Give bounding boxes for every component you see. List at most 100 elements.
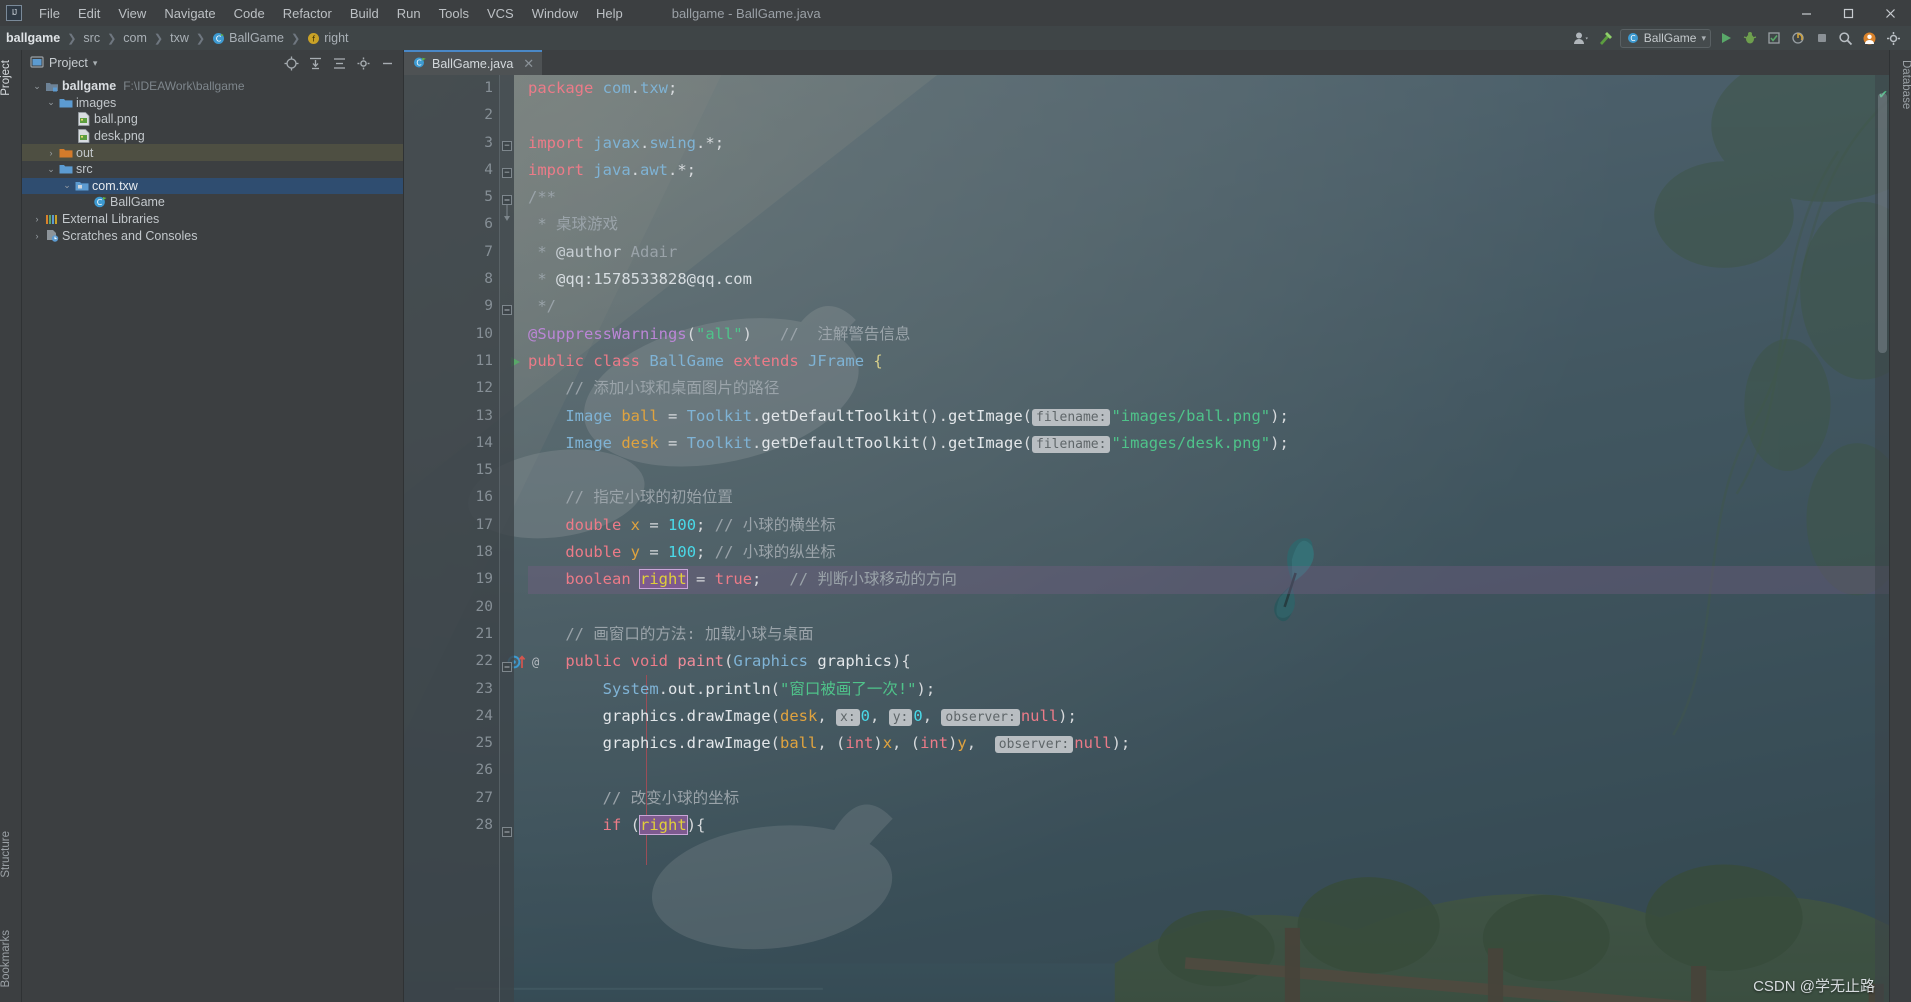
- chevron-down-icon[interactable]: ⌄: [44, 97, 58, 108]
- code-line-8[interactable]: * @qq:1578533828@qq.com: [528, 266, 1889, 293]
- fold-marker[interactable]: −: [502, 168, 512, 178]
- settings-gear-icon[interactable]: [1884, 29, 1903, 48]
- close-button[interactable]: [1869, 0, 1911, 26]
- project-tree[interactable]: ⌄ ballgame F:\IDEAWork\ballgame ⌄ images: [22, 76, 403, 1002]
- code-lines[interactable]: package com.txw; import javax.swing.*; i…: [514, 75, 1889, 1002]
- chevron-right-icon[interactable]: ›: [30, 214, 44, 224]
- code-line-6[interactable]: * 桌球游戏: [528, 211, 1889, 238]
- tree-row-ball-png[interactable]: ball.png: [22, 111, 403, 128]
- user-avatar-icon[interactable]: [1572, 29, 1591, 48]
- tree-row-ballgame-class[interactable]: C BallGame: [22, 194, 403, 211]
- menu-help[interactable]: Help: [587, 3, 632, 24]
- search-icon[interactable]: [1836, 29, 1855, 48]
- tree-row-com-txw[interactable]: ⌄ com.txw: [22, 177, 403, 195]
- chevron-right-icon[interactable]: ›: [30, 231, 44, 241]
- menu-vcs[interactable]: VCS: [478, 3, 523, 24]
- menu-view[interactable]: View: [109, 3, 155, 24]
- code-line-2[interactable]: [528, 102, 1889, 129]
- tree-row-images[interactable]: ⌄ images: [22, 95, 403, 112]
- code-line-17[interactable]: double x = 100; // 小球的横坐标: [528, 512, 1889, 539]
- tree-row-scratches-consoles[interactable]: › Scratches and Consoles: [22, 227, 403, 244]
- editor-scrollbar-thumb[interactable]: [1878, 93, 1887, 353]
- chevron-down-icon[interactable]: ⌄: [44, 164, 58, 175]
- profile-icon[interactable]: [1788, 29, 1807, 48]
- code-folding-column[interactable]: − −: [500, 75, 514, 1002]
- menu-window[interactable]: Window: [523, 3, 587, 24]
- maximize-button[interactable]: [1827, 0, 1869, 26]
- code-line-25[interactable]: graphics.drawImage(ball, (int)x, (int)y,…: [528, 730, 1889, 757]
- code-line-3[interactable]: import javax.swing.*;: [528, 130, 1889, 157]
- code-line-19[interactable]: boolean right = true; // 判断小球移动的方向: [528, 566, 1889, 594]
- identifier-occurrence-highlight[interactable]: right: [639, 815, 688, 836]
- breadcrumb-item-com[interactable]: com: [123, 31, 147, 45]
- fold-region-start-icon[interactable]: [502, 195, 512, 221]
- code-line-11[interactable]: public class BallGame extends JFrame {: [528, 348, 1889, 375]
- tree-row-desk-png[interactable]: desk.png: [22, 128, 403, 145]
- chevron-right-icon[interactable]: ›: [44, 148, 58, 158]
- code-line-7[interactable]: * @author Adair: [528, 239, 1889, 266]
- breadcrumb-item-ballgame-class[interactable]: C BallGame: [212, 31, 284, 45]
- project-panel-title-group[interactable]: Project ▾: [30, 55, 97, 72]
- code-line-13[interactable]: Image ball = Toolkit.getDefaultToolkit()…: [528, 403, 1889, 430]
- chevron-down-icon[interactable]: ▾: [93, 58, 98, 69]
- tool-tab-database[interactable]: Database: [1890, 54, 1911, 115]
- settings-gear-icon[interactable]: [355, 55, 371, 71]
- code-line-22[interactable]: public void paint(Graphics graphics){: [528, 648, 1889, 675]
- tool-tab-project[interactable]: Project: [0, 54, 22, 102]
- code-line-9[interactable]: */: [528, 293, 1889, 320]
- minimize-button[interactable]: [1785, 0, 1827, 26]
- code-line-18[interactable]: double y = 100; // 小球的纵坐标: [528, 539, 1889, 566]
- menu-code[interactable]: Code: [225, 3, 274, 24]
- fold-marker[interactable]: [502, 662, 512, 672]
- identifier-occurrence-highlight[interactable]: right: [639, 569, 688, 590]
- code-line-15[interactable]: [528, 457, 1889, 484]
- breadcrumb-item-right-field[interactable]: f right: [307, 31, 349, 45]
- menu-edit[interactable]: Edit: [69, 3, 109, 24]
- chevron-down-icon[interactable]: ⌄: [30, 81, 44, 92]
- run-configuration-selector[interactable]: C BallGame ▾: [1619, 28, 1711, 48]
- collapse-all-icon[interactable]: [331, 55, 347, 71]
- fold-marker[interactable]: −: [502, 141, 512, 151]
- account-icon[interactable]: [1860, 29, 1879, 48]
- stop-icon[interactable]: [1812, 29, 1831, 48]
- code-line-12[interactable]: // 添加小球和桌面图片的路径: [528, 375, 1889, 402]
- run-icon[interactable]: [1716, 29, 1735, 48]
- hammer-build-icon[interactable]: [1596, 29, 1615, 48]
- code-line-28[interactable]: if (right){: [528, 812, 1889, 839]
- code-line-1[interactable]: package com.txw;: [528, 75, 1889, 102]
- fold-marker[interactable]: [502, 305, 512, 315]
- fold-marker[interactable]: [502, 827, 512, 837]
- menu-tools[interactable]: Tools: [430, 3, 478, 24]
- tool-tab-bookmarks[interactable]: Bookmarks: [0, 924, 22, 994]
- code-line-27[interactable]: // 改变小球的坐标: [528, 785, 1889, 812]
- expand-all-icon[interactable]: [307, 55, 323, 71]
- code-content[interactable]: 1 2 3 4 5 6 7 8 9 10 11 12 13 14 15 16 1…: [404, 75, 1889, 1002]
- breadcrumb-item-txw[interactable]: txw: [170, 31, 189, 45]
- editor-marker-strip[interactable]: ✔: [1875, 75, 1889, 1002]
- code-line-10[interactable]: @SuppressWarnings("all") // 注解警告信息: [528, 321, 1889, 348]
- code-line-23[interactable]: System.out.println("窗口被画了一次!");: [528, 676, 1889, 703]
- coverage-icon[interactable]: [1764, 29, 1783, 48]
- code-line-4[interactable]: import java.awt.*;: [528, 157, 1889, 184]
- menu-run[interactable]: Run: [388, 3, 430, 24]
- tool-tab-structure[interactable]: Structure: [0, 825, 22, 884]
- tree-row-external-libraries[interactable]: › External Libraries: [22, 211, 403, 228]
- code-line-21[interactable]: // 画窗口的方法: 加载小球与桌面: [528, 621, 1889, 648]
- menu-file[interactable]: File: [30, 3, 69, 24]
- debug-icon[interactable]: [1740, 29, 1759, 48]
- code-line-14[interactable]: Image desk = Toolkit.getDefaultToolkit()…: [528, 430, 1889, 457]
- menu-build[interactable]: Build: [341, 3, 388, 24]
- tree-row-src[interactable]: ⌄ src: [22, 161, 403, 178]
- code-line-26[interactable]: [528, 757, 1889, 784]
- breadcrumb-item-ballgame[interactable]: ballgame: [6, 31, 60, 45]
- code-line-20[interactable]: [528, 594, 1889, 621]
- code-line-5[interactable]: /**: [528, 184, 1889, 211]
- tree-row-ballgame[interactable]: ⌄ ballgame F:\IDEAWork\ballgame: [22, 78, 403, 95]
- menu-refactor[interactable]: Refactor: [274, 3, 341, 24]
- tree-row-out[interactable]: › out: [22, 144, 403, 161]
- editor-gutter[interactable]: 1 2 3 4 5 6 7 8 9 10 11 12 13 14 15 16 1…: [404, 75, 539, 1002]
- code-editor[interactable]: 1 2 3 4 5 6 7 8 9 10 11 12 13 14 15 16 1…: [404, 75, 1889, 1002]
- breadcrumb-item-src[interactable]: src: [83, 31, 100, 45]
- code-line-16[interactable]: // 指定小球的初始位置: [528, 484, 1889, 511]
- code-line-24[interactable]: graphics.drawImage(desk, x: 0, y: 0, obser…: [528, 703, 1889, 730]
